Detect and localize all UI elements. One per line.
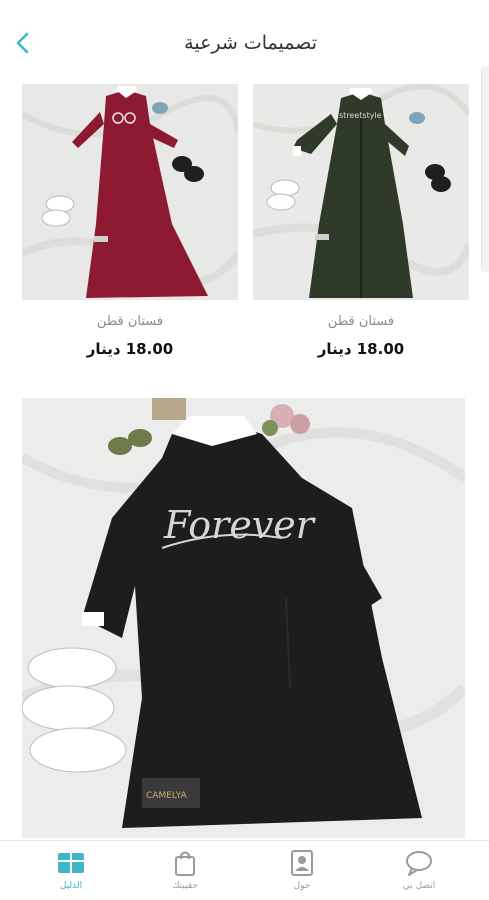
app-header: تصميمات شرعية [0, 0, 489, 84]
product-name: فستان قطن [96, 314, 164, 329]
bag-icon [175, 851, 195, 876]
product-card[interactable]: فستان قطن 18.00 دينار [22, 84, 238, 364]
nav-label: الدليل [59, 881, 83, 891]
nav-label: حقيبتك [172, 881, 198, 891]
brand-label: CAMELYA [146, 791, 188, 801]
nav-item-about[interactable]: حول [262, 849, 342, 891]
contact-card-icon [291, 850, 313, 876]
product-card[interactable]: streetstyle فستان قطن 18.00 دينار [253, 84, 469, 364]
product-price: 18.00 دينار [86, 340, 174, 358]
product-name: فستان قطن [327, 314, 395, 329]
product-image[interactable]: streetstyle [253, 84, 469, 300]
svg-text:streetstyle: streetstyle [339, 111, 382, 120]
nav-label: حول [293, 881, 311, 891]
product-price: 18.00 دينار [317, 340, 405, 358]
featured-product-image[interactable]: Forever CAMELYA [22, 398, 465, 838]
bottom-nav: الدليل حقيبتك حول اتصل بي [0, 840, 489, 900]
chat-bubble-icon [406, 851, 432, 876]
chevron-left-icon[interactable] [10, 30, 36, 56]
catalog-icon [58, 853, 84, 873]
page-title: تصميمات شرعية [184, 32, 317, 54]
scrollbar[interactable] [481, 66, 489, 272]
nav-item-catalog[interactable]: الدليل [31, 849, 111, 891]
nav-label: اتصل بي [402, 881, 436, 891]
nav-item-contact[interactable]: اتصل بي [379, 849, 459, 891]
nav-item-bag[interactable]: حقيبتك [145, 849, 225, 891]
product-image[interactable] [22, 84, 238, 300]
